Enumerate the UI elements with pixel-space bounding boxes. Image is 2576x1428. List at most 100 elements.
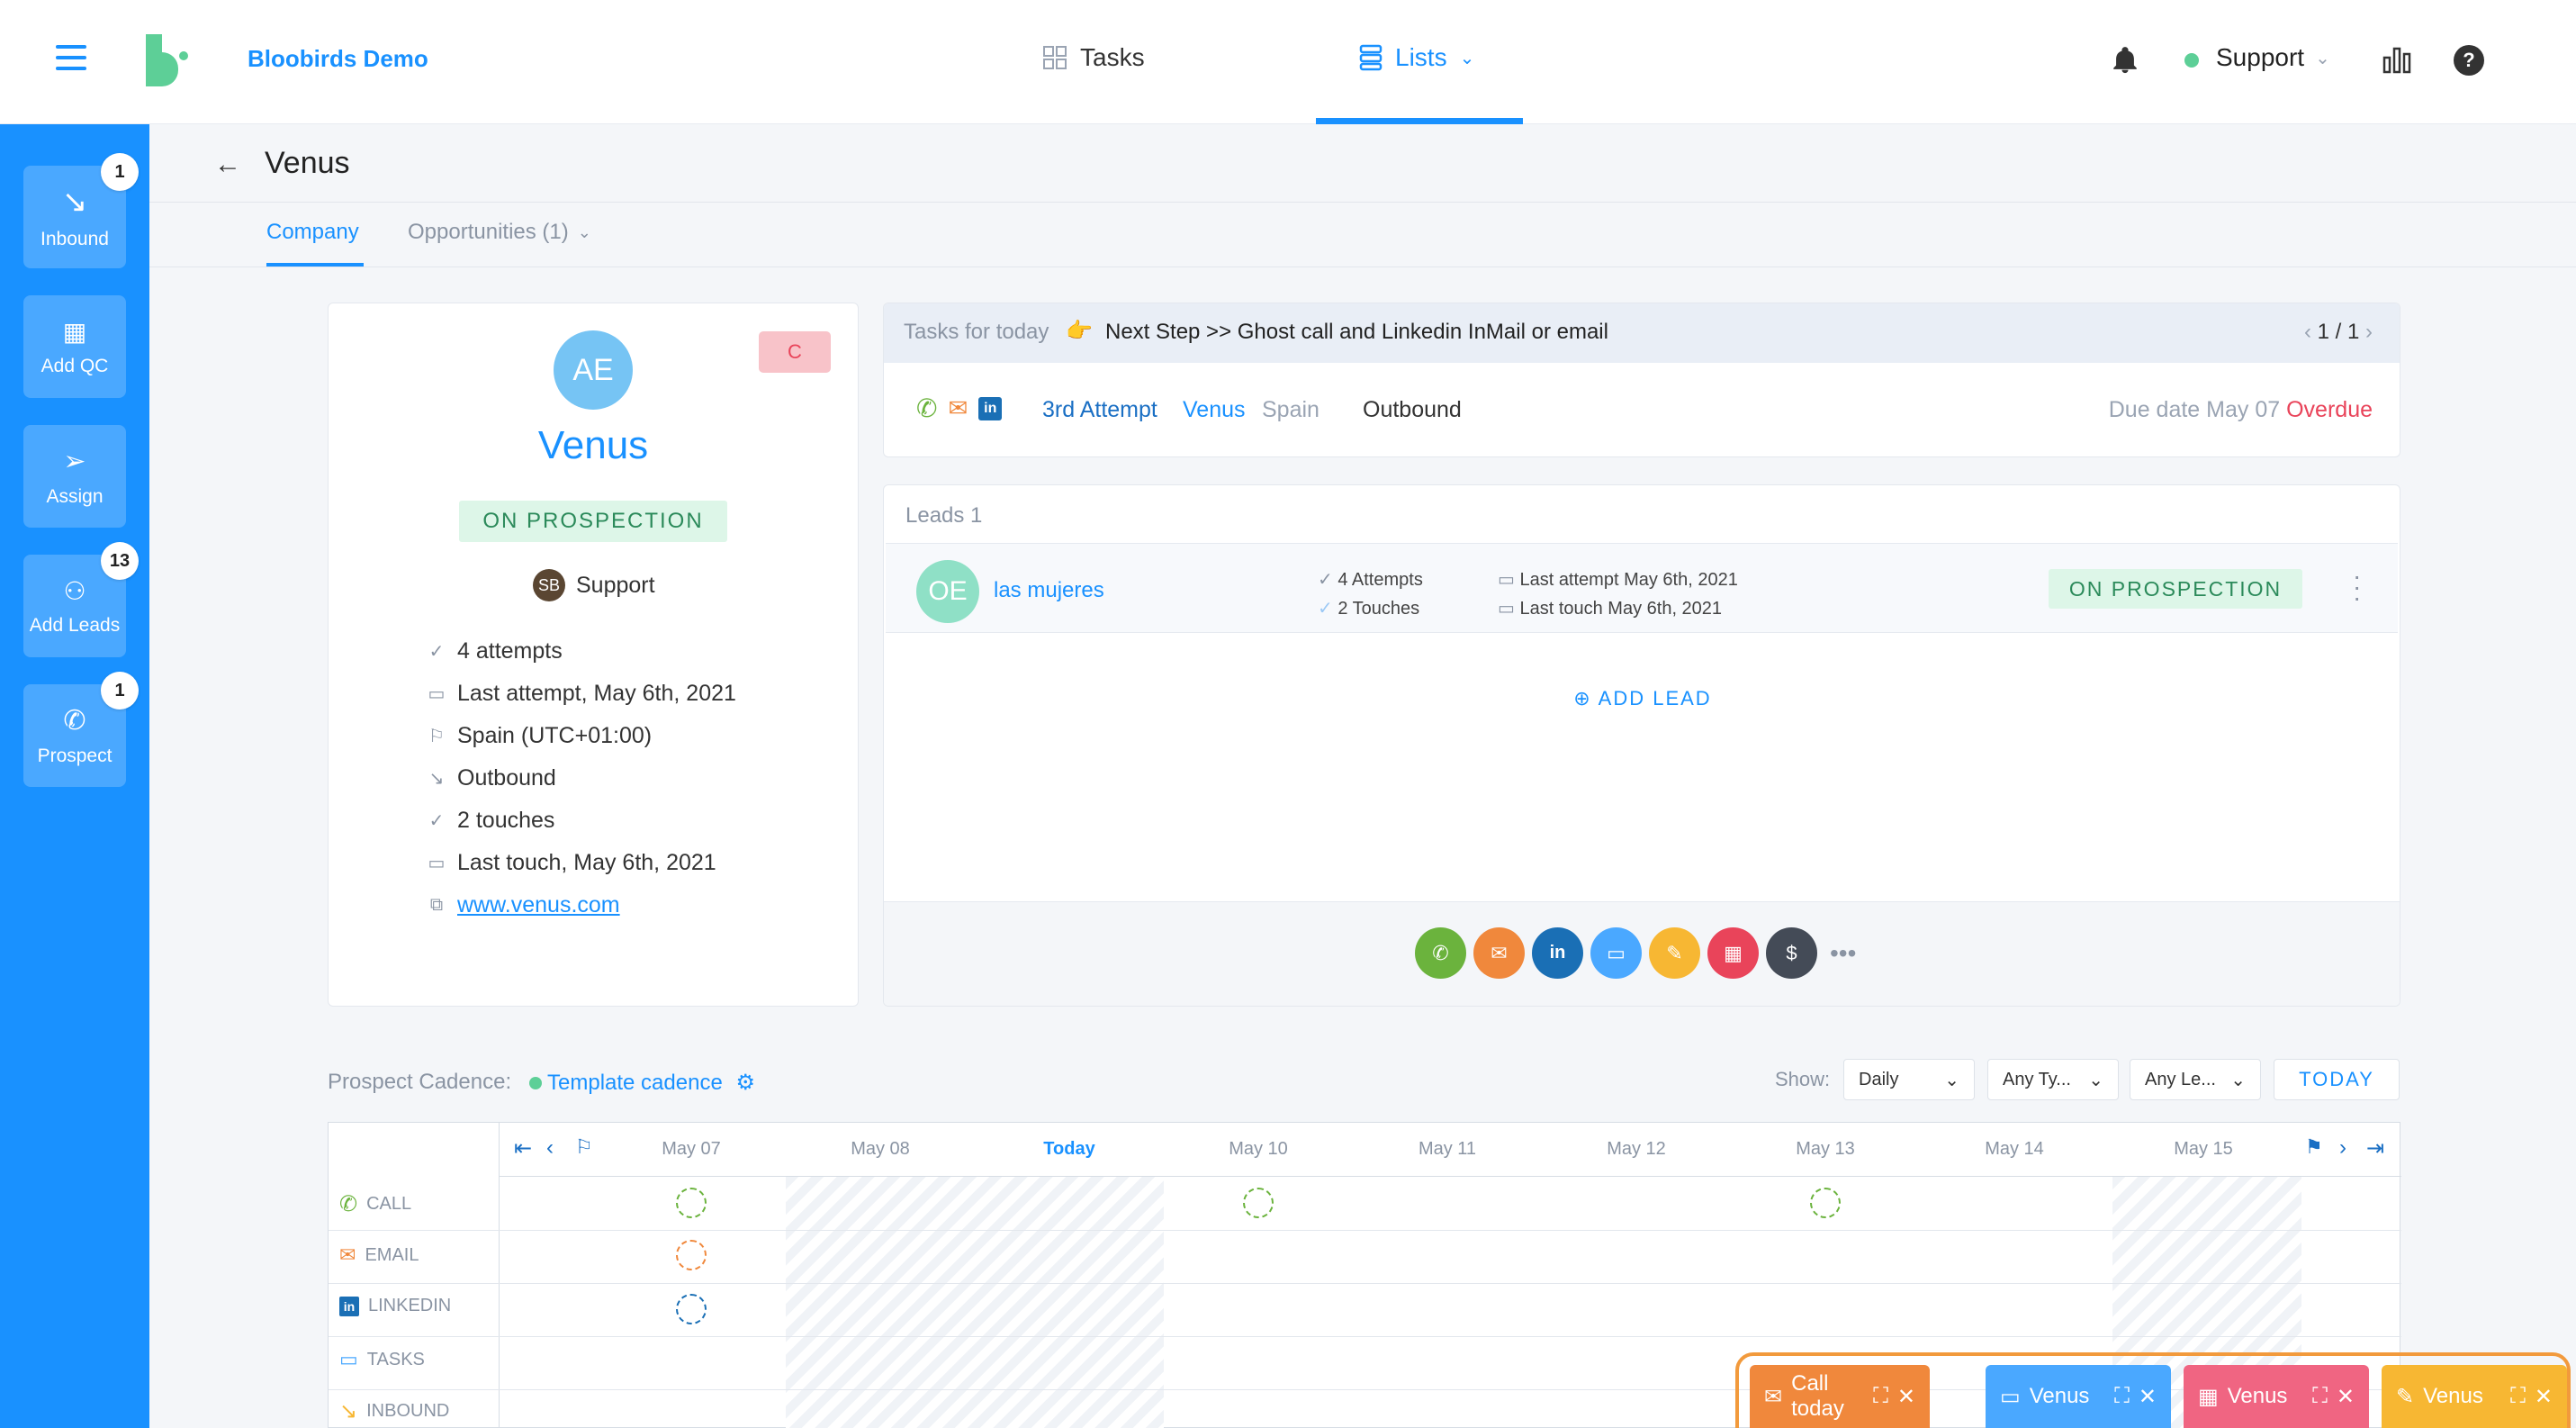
linkedin-marker[interactable] (676, 1294, 707, 1324)
day-header: May 14 (1985, 1139, 2044, 1159)
check-icon: ✓ (1318, 570, 1338, 590)
invoice-action-button[interactable]: $ (1766, 927, 1817, 979)
tab-opportunities-label: Opportunities (1) (408, 220, 569, 244)
call-marker[interactable] (676, 1188, 707, 1218)
sidebar-item-inbound[interactable]: 1 ↘ Inbound (23, 153, 139, 268)
list-icon (1359, 44, 1383, 71)
call-action-button[interactable]: ✆ (1415, 927, 1466, 979)
owner[interactable]: SB Support (533, 569, 655, 601)
today-button[interactable]: TODAY (2274, 1059, 2400, 1100)
weekend-shading (786, 1177, 1164, 1428)
task-country: Spain (1262, 397, 1320, 422)
active-nav-indicator (1316, 118, 1523, 124)
nav-lists[interactable]: Lists ⌄ (1359, 43, 1474, 72)
more-vertical-icon[interactable]: · · · (2353, 564, 2361, 610)
close-icon[interactable]: ✕ (2337, 1384, 2355, 1410)
external-link-icon: ⧉ (429, 895, 444, 915)
flag-icon[interactable]: ⚐ (575, 1135, 593, 1159)
last-page-icon[interactable]: ⇥ (2366, 1135, 2384, 1161)
lead-select[interactable]: Any Le... ⌄ (2130, 1059, 2261, 1100)
tasks-label: Tasks for today (904, 320, 1049, 344)
status-badge[interactable]: ON PROSPECTION (459, 501, 727, 542)
chevron-down-icon: ⌄ (2230, 1070, 2246, 1090)
bloobirds-logo[interactable] (144, 34, 191, 86)
task-channel-icons: ✆ ✉ in (916, 393, 1003, 423)
expand-icon[interactable]: ⛶ (2114, 1384, 2130, 1409)
inbound-arrow-icon: ↘ (428, 769, 445, 789)
email-action-button[interactable]: ✉ (1473, 927, 1525, 979)
call-marker[interactable] (1243, 1188, 1274, 1218)
chevron-right-icon[interactable]: › (2365, 320, 2373, 344)
minimized-tab-venus[interactable]: ▦ Venus ⛶ ✕ (2184, 1365, 2369, 1428)
row-label-email: ✉ EMAIL (339, 1243, 419, 1267)
minimized-tab-venus[interactable]: ▭ Venus ⛶ ✕ (1986, 1365, 2171, 1428)
chevron-right-icon[interactable]: › (2339, 1135, 2346, 1161)
nav-lists-label: Lists (1395, 43, 1447, 71)
sidebar-item-add-qc[interactable]: ▦ Add QC (23, 295, 126, 398)
tasks-pager[interactable]: ‹ 1 / 1 › (2304, 320, 2373, 345)
grid-line (329, 1336, 2401, 1337)
lead-row[interactable]: OE las mujeres ✓ 4 Attempts ✓ 2 Touches … (886, 543, 2398, 633)
row-label-text: EMAIL (365, 1244, 419, 1265)
back-arrow-icon[interactable]: ← (214, 149, 241, 180)
chevron-left-icon[interactable]: ‹ (2304, 320, 2311, 344)
sidebar-item-label: Prospect (37, 745, 113, 766)
task-title[interactable]: 3rd Attempt (1042, 397, 1157, 423)
mail-icon: ✉ (1491, 941, 1508, 964)
meeting-action-button[interactable]: ▦ (1707, 927, 1759, 979)
cadence-template-link[interactable]: Template cadence ⚙ (547, 1070, 755, 1096)
check-icon: ✓ (428, 811, 445, 831)
flag-filled-icon[interactable]: ⚑ (2305, 1135, 2323, 1159)
tab-company[interactable]: Company (266, 220, 359, 245)
close-icon[interactable]: ✕ (1897, 1384, 1915, 1410)
period-select[interactable]: Daily ⌄ (1843, 1059, 1975, 1100)
workspace-name[interactable]: Bloobirds Demo (248, 45, 428, 73)
website-link[interactable]: www.venus.com (457, 892, 620, 918)
day-header-today: Today (1043, 1139, 1095, 1159)
day-header: May 13 (1796, 1139, 1855, 1159)
expand-icon[interactable]: ⛶ (2312, 1384, 2328, 1409)
online-status-dot (2184, 53, 2199, 68)
first-page-icon[interactable]: ⇤ (514, 1135, 532, 1161)
expand-icon[interactable]: ⛶ (1873, 1384, 1888, 1409)
add-lead-button[interactable]: ⊕ ADD LEAD (884, 687, 2400, 710)
more-horizontal-icon[interactable]: ••• (1830, 939, 1856, 968)
user-menu[interactable]: Support ⌄ (2216, 43, 2330, 72)
type-select[interactable]: Any Ty... ⌄ (1987, 1059, 2119, 1100)
email-marker[interactable] (676, 1240, 707, 1270)
expand-icon[interactable]: ⛶ (2510, 1384, 2526, 1409)
bell-icon[interactable] (2110, 45, 2140, 80)
user-name: Support (2216, 43, 2305, 71)
sidebar-item-assign[interactable]: ➢ Assign (23, 425, 126, 528)
menu-icon[interactable] (56, 45, 86, 70)
lead-last-attempt: Last attempt May 6th, 2021 (1519, 570, 1738, 590)
cadence-label: Prospect Cadence: (328, 1070, 512, 1094)
help-icon[interactable]: ? (2454, 45, 2484, 76)
linkedin-action-button[interactable]: in (1532, 927, 1583, 979)
task-action-button[interactable]: ▭ (1590, 927, 1642, 979)
sidebar-item-add-leads[interactable]: 13 ⚇ Add Leads (23, 542, 139, 657)
actions-bar: ✆ ✉ in ▭ ✎ ▦ $ ••• (884, 901, 2400, 1006)
nav-tasks[interactable]: Tasks (1042, 43, 1145, 72)
minimized-tab-venus[interactable]: ✎ Venus ⛶ ✕ (2382, 1365, 2567, 1428)
stage-badge[interactable]: C (759, 331, 831, 373)
call-marker[interactable] (1810, 1188, 1841, 1218)
edit-icon: ✎ (1666, 941, 1683, 964)
tab-opportunities[interactable]: Opportunities (1) ⌄ (408, 220, 591, 245)
close-icon[interactable]: ✕ (2139, 1384, 2157, 1410)
chevron-left-icon[interactable]: ‹ (546, 1135, 554, 1161)
lead-name[interactable]: las mujeres (994, 578, 1104, 603)
gear-icon[interactable]: ⚙ (735, 1071, 755, 1095)
minimized-tab-call-today[interactable]: ✉ Call today ⛶ ✕ (1750, 1365, 1930, 1428)
calendar-icon: ▭ (428, 854, 446, 873)
sidebar-item-prospect[interactable]: 1 ✆ Prospect (23, 672, 139, 787)
window-icon: ▭ (2000, 1384, 2021, 1409)
lead-status-badge[interactable]: ON PROSPECTION (2049, 569, 2302, 609)
bar-chart-icon[interactable] (2382, 45, 2412, 78)
close-icon[interactable]: ✕ (2535, 1384, 2553, 1410)
note-action-button[interactable]: ✎ (1649, 927, 1700, 979)
task-company-link[interactable]: Venus (1183, 397, 1246, 423)
row-label-call: ✆ CALL (339, 1191, 411, 1217)
day-header: May 10 (1229, 1139, 1288, 1159)
add-lead-label: ADD LEAD (1598, 687, 1712, 709)
